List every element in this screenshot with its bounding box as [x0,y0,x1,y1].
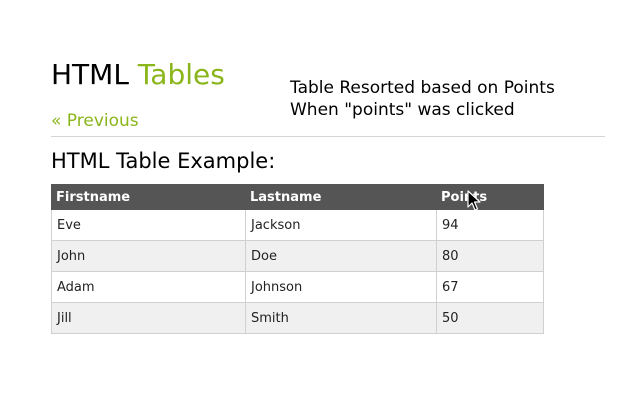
table-row: John Doe 80 [51,240,544,272]
page-title-main: HTML [51,58,129,91]
table-cell: John [51,240,246,272]
column-header-firstname[interactable]: Firstname [51,184,246,210]
column-header-lastname[interactable]: Lastname [245,184,437,210]
table-row: Jill Smith 50 [51,302,544,334]
column-header-points[interactable]: Points [436,184,544,210]
annotation-line-2: When "points" was clicked [290,100,515,120]
table-cell: 67 [436,271,544,303]
table-cell: 80 [436,240,544,272]
table-cell: Doe [245,240,437,272]
divider [51,136,605,137]
annotation-line-1: Table Resorted based on Points [290,78,555,98]
table-header-row: Firstname Lastname Points [51,184,544,210]
previous-link[interactable]: « Previous [51,110,139,132]
table-cell: Eve [51,209,246,241]
page-title: HTML Tables [51,58,225,92]
table-cell: Jill [51,302,246,334]
table-row: Adam Johnson 67 [51,271,544,303]
table-cell: 94 [436,209,544,241]
table-cell: 50 [436,302,544,334]
table-cell: Jackson [245,209,437,241]
annotation-note: Table Resorted based on Points When "poi… [290,77,555,121]
table-cell: Smith [245,302,437,334]
section-heading: HTML Table Example: [51,149,276,173]
table-row: Eve Jackson 94 [51,209,544,241]
table-cell: Adam [51,271,246,303]
page-title-accent: Tables [137,58,225,91]
table-cell: Johnson [245,271,437,303]
data-table: Firstname Lastname Points Eve Jackson 94… [51,184,544,334]
